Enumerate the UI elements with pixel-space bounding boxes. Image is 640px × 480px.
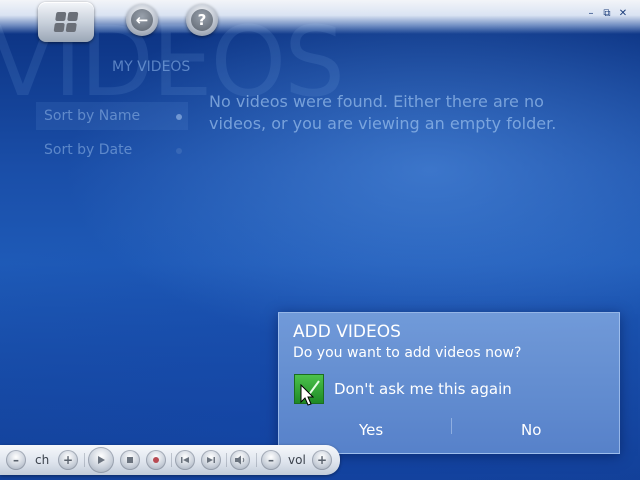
volume-label: vol bbox=[288, 453, 306, 467]
window-controls: – ⧉ ✕ bbox=[586, 8, 628, 19]
play-icon bbox=[98, 456, 105, 464]
close-button[interactable]: ✕ bbox=[618, 8, 628, 19]
help-button[interactable]: ? bbox=[186, 4, 218, 36]
transport-controls: – ch + – vol + bbox=[0, 445, 340, 475]
minimize-button[interactable]: – bbox=[586, 8, 596, 19]
selected-indicator-icon bbox=[176, 114, 182, 120]
record-button[interactable] bbox=[146, 450, 166, 470]
transport-separator bbox=[171, 453, 172, 467]
dont-ask-label: Don't ask me this again bbox=[334, 380, 512, 398]
sort-by-name-option[interactable]: Sort by Name bbox=[36, 102, 188, 130]
sort-option-label: Sort by Name bbox=[44, 108, 141, 124]
dialog-title: ADD VIDEOS bbox=[293, 322, 401, 342]
help-icon: ? bbox=[191, 9, 213, 31]
previous-button[interactable] bbox=[175, 450, 195, 470]
yes-button[interactable]: Yes bbox=[359, 421, 383, 439]
back-arrow-icon: ← bbox=[131, 9, 153, 31]
top-bar bbox=[0, 0, 640, 34]
mouse-cursor-icon bbox=[300, 384, 314, 406]
play-button[interactable] bbox=[88, 447, 114, 473]
restore-button[interactable]: ⧉ bbox=[602, 8, 612, 19]
channel-label: ch bbox=[35, 453, 50, 467]
sort-by-date-option[interactable]: Sort by Date bbox=[36, 136, 188, 164]
channel-down-button[interactable]: – bbox=[6, 450, 26, 470]
stop-button[interactable] bbox=[120, 450, 140, 470]
transport-separator bbox=[256, 453, 257, 467]
sort-option-label: Sort by Date bbox=[44, 142, 133, 158]
transport-separator bbox=[84, 453, 85, 467]
no-button[interactable]: No bbox=[521, 421, 541, 439]
dialog-question: Do you want to add videos now? bbox=[293, 345, 522, 361]
previous-icon bbox=[181, 457, 189, 463]
add-videos-dialog: ADD VIDEOS Do you want to add videos now… bbox=[278, 312, 620, 454]
speaker-icon bbox=[235, 455, 245, 465]
next-button[interactable] bbox=[201, 450, 221, 470]
empty-folder-message: No videos were found. Either there are n… bbox=[209, 92, 557, 133]
page-title: MY VIDEOS bbox=[112, 59, 191, 75]
mute-button[interactable] bbox=[230, 450, 250, 470]
volume-down-button[interactable]: – bbox=[261, 450, 281, 470]
stop-icon bbox=[127, 457, 133, 463]
channel-up-button[interactable]: + bbox=[58, 450, 78, 470]
next-icon bbox=[207, 457, 215, 463]
back-button[interactable]: ← bbox=[126, 4, 158, 36]
unselected-indicator-icon bbox=[176, 148, 182, 154]
transport-separator bbox=[226, 453, 227, 467]
volume-up-button[interactable]: + bbox=[312, 450, 332, 470]
windows-logo-icon bbox=[53, 12, 79, 32]
dialog-button-divider bbox=[451, 418, 452, 434]
record-icon bbox=[153, 457, 159, 463]
start-button[interactable] bbox=[38, 2, 94, 42]
